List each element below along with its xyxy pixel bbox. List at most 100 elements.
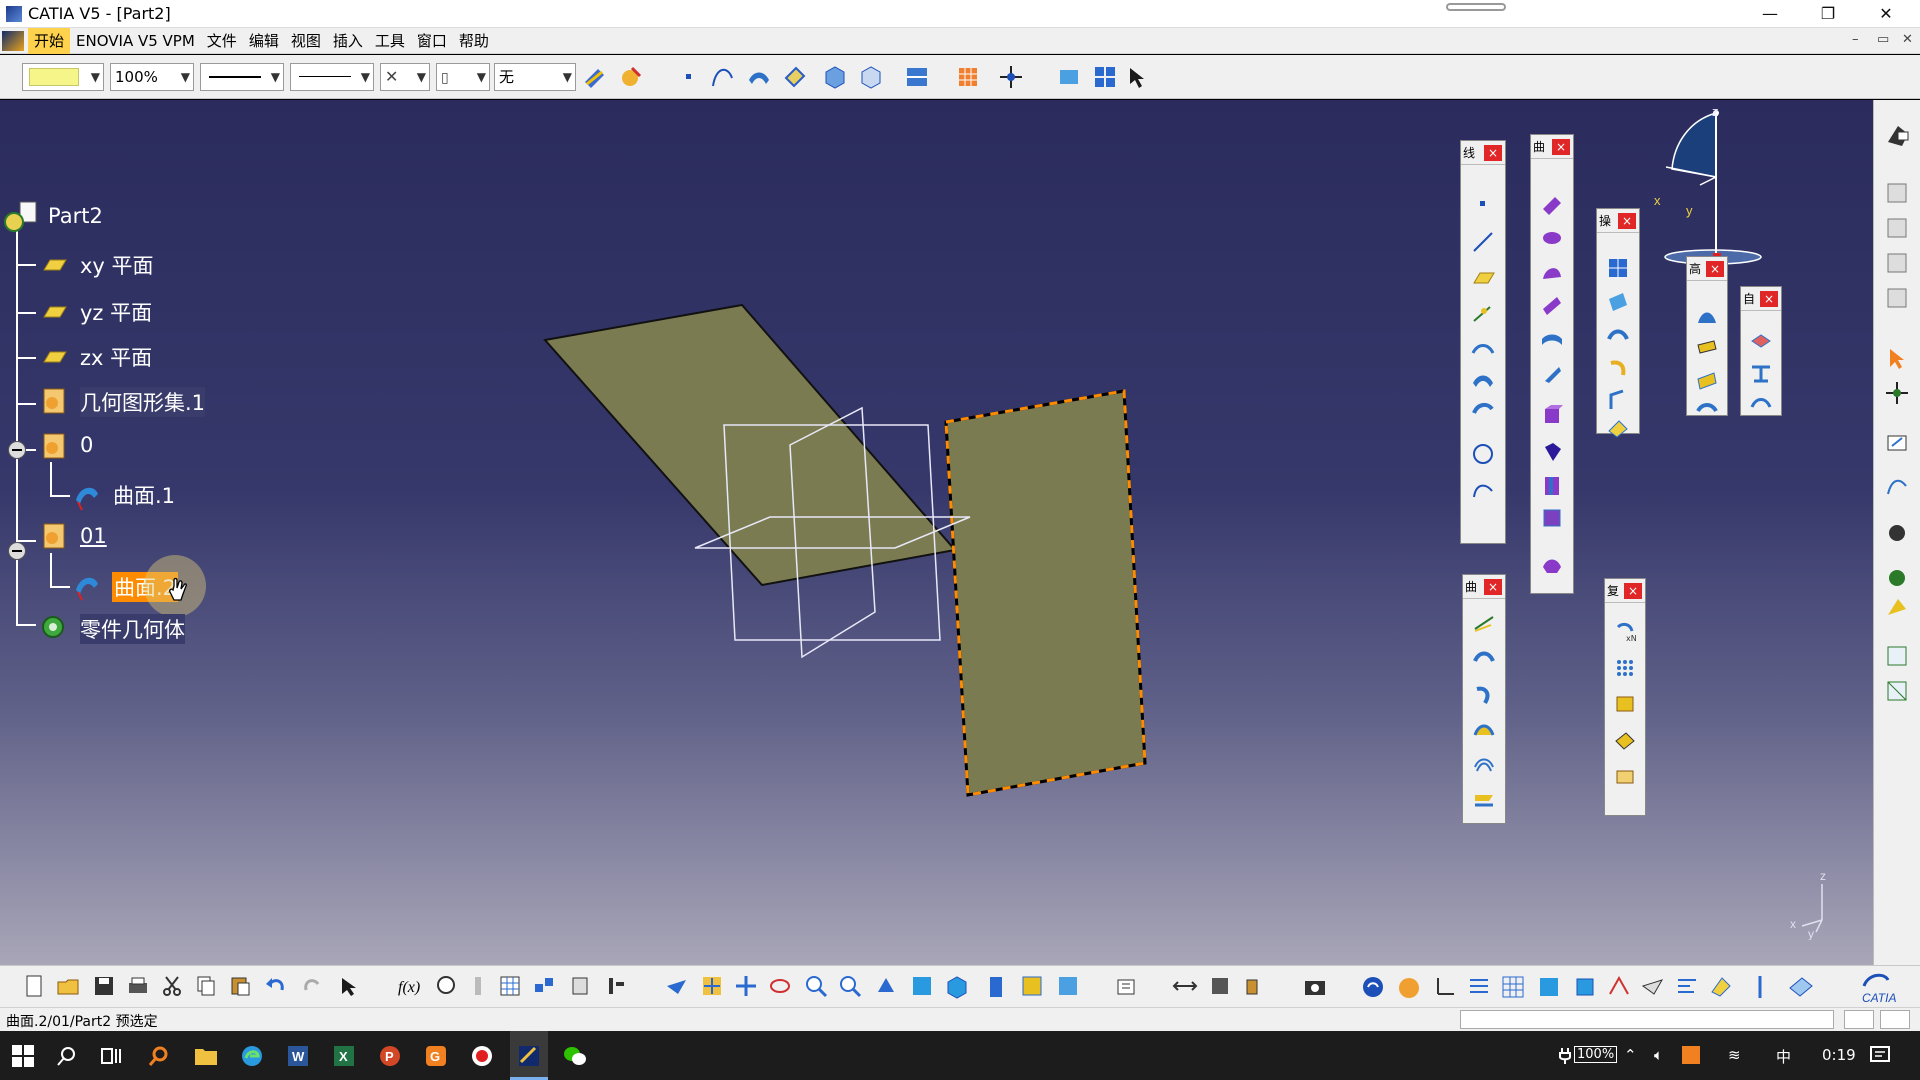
fill-icon[interactable] (1539, 361, 1565, 387)
sweep-conic-icon[interactable] (1471, 681, 1497, 707)
fly-mode-icon[interactable] (664, 974, 690, 998)
point-style-combo[interactable]: ✕ ▼ (380, 63, 430, 91)
revolve-icon[interactable] (1539, 225, 1565, 251)
command-input[interactable] (1460, 1010, 1834, 1029)
measure-inertia-icon[interactable] (1242, 974, 1262, 998)
catalog-icon[interactable] (568, 974, 592, 998)
reframe-icon[interactable] (1640, 974, 1666, 1000)
sketcher-icon[interactable] (1056, 64, 1082, 90)
fillet-icon[interactable] (1605, 323, 1631, 349)
extrude-surface-icon[interactable] (746, 64, 772, 90)
ime-language[interactable]: 中 (1776, 1046, 1791, 1067)
compass-snap-icon[interactable] (1884, 380, 1910, 406)
extrapolate-icon[interactable] (1605, 387, 1631, 413)
comment-icon[interactable] (434, 974, 458, 998)
undo-icon[interactable] (264, 974, 288, 998)
multi-output-icon[interactable] (1471, 787, 1497, 813)
whats-this-icon[interactable] (1126, 64, 1152, 90)
formula-icon[interactable]: f(x) (396, 974, 424, 998)
multi-view-icon[interactable] (910, 974, 934, 998)
offset-icon[interactable] (1539, 293, 1565, 319)
near-icon[interactable] (1605, 415, 1631, 441)
snap-icon[interactable] (1884, 215, 1910, 241)
offset-surface-icon[interactable] (782, 64, 808, 90)
app-g-icon[interactable]: G (424, 1044, 448, 1068)
excel-icon[interactable]: X (332, 1044, 356, 1068)
tree-root-part2[interactable]: Part2 (48, 204, 103, 228)
plane-icon[interactable] (1470, 265, 1496, 291)
develop-icon[interactable] (1748, 329, 1774, 355)
repetition-icon[interactable]: xN (1612, 619, 1638, 645)
panel-close-button[interactable]: × (1624, 583, 1642, 599)
compass[interactable]: z x y (1630, 105, 1780, 275)
mdi-minimize-button[interactable]: – (1852, 32, 1859, 47)
unfold-icon[interactable] (1748, 359, 1774, 385)
redo-icon[interactable] (300, 974, 324, 998)
workbench-icon[interactable] (1884, 122, 1912, 150)
spline-icon[interactable] (1470, 477, 1496, 503)
draft-analysis-icon[interactable] (1884, 520, 1910, 546)
menu-insert[interactable]: 插入 (327, 28, 369, 54)
hide-show-icon[interactable] (1020, 974, 1044, 998)
menu-help[interactable]: 帮助 (453, 28, 495, 54)
tree-item-zx-plane[interactable]: zx 平面 (80, 342, 152, 372)
catia-logo-icon[interactable] (2, 31, 24, 51)
tree-item-yz-plane[interactable]: yz 平面 (80, 297, 152, 327)
surface-2[interactable] (944, 389, 1147, 797)
view-grid-icon[interactable] (1092, 64, 1118, 90)
cut-icon[interactable] (160, 974, 184, 998)
analysis-icon[interactable] (1884, 285, 1910, 311)
print-icon[interactable] (126, 974, 150, 998)
point-icon[interactable] (1470, 191, 1496, 217)
open-folder-icon[interactable] (56, 974, 80, 998)
3d-viewport[interactable]: Part2 xy 平面 yz 平面 zx 平面 几何图形集.1 0 曲面.1 0… (0, 100, 1873, 965)
wrap-curve-icon[interactable] (1694, 335, 1720, 361)
restore-button[interactable]: ❐ (1800, 0, 1856, 28)
join-icon[interactable] (1605, 255, 1631, 281)
panel-close-button[interactable]: × (1484, 579, 1502, 595)
sweep-circle-icon[interactable] (1471, 647, 1497, 673)
surface-1[interactable] (543, 303, 957, 587)
task-view-icon[interactable] (100, 1045, 122, 1067)
shading-icon[interactable] (984, 974, 1008, 1000)
fit-all-icon[interactable] (700, 974, 724, 998)
lineweight-combo[interactable]: ▼ (290, 63, 374, 91)
mdi-restore-button[interactable]: ▭ (1877, 32, 1889, 47)
slider-icon[interactable] (1752, 974, 1768, 1000)
wifi-icon[interactable]: ≋ (1728, 1046, 1741, 1064)
tree-expand-icon[interactable] (1466, 974, 1492, 1000)
panel-close-button[interactable]: × (1618, 213, 1636, 229)
properties-icon[interactable] (1674, 974, 1700, 1000)
instantiate-icon[interactable] (532, 974, 556, 998)
sketch-support-icon[interactable] (1884, 180, 1910, 206)
design-table-icon[interactable] (498, 974, 522, 998)
battery-indicator[interactable]: 100% (1574, 1046, 1618, 1063)
clock-time[interactable]: 0:19 (1822, 1046, 1856, 1064)
collapse-toggle-01[interactable] (8, 542, 26, 560)
powerpoint-icon[interactable]: P (378, 1044, 402, 1068)
rectangular-pattern-icon[interactable] (1612, 655, 1638, 681)
render-icon[interactable] (1786, 974, 1816, 1000)
rule-icon[interactable] (470, 974, 486, 998)
remove-face-icon[interactable] (1539, 551, 1565, 577)
zoom-combo[interactable]: 100% ▼ (110, 63, 194, 91)
sphere-icon[interactable] (1539, 259, 1565, 285)
sketcher-icon[interactable] (1884, 430, 1910, 456)
power-plug-icon[interactable] (1558, 1048, 1572, 1064)
mirror-icon[interactable] (1606, 974, 1632, 1000)
panel-close-button[interactable]: × (1484, 145, 1502, 161)
everything-search-icon[interactable] (148, 1045, 170, 1067)
zoom-in-icon[interactable] (804, 974, 828, 998)
split-icon[interactable] (1605, 289, 1631, 315)
swap-visible-icon[interactable] (1056, 974, 1080, 998)
menu-edit[interactable]: 编辑 (243, 28, 285, 54)
screen-recorder-icon[interactable] (470, 1044, 494, 1068)
sweep-icon[interactable] (1539, 327, 1565, 353)
normal-view-icon[interactable] (874, 974, 898, 998)
minimize-button[interactable]: — (1742, 0, 1798, 28)
applies-material-icon[interactable] (1708, 974, 1734, 1000)
panel-close-button[interactable]: × (1760, 291, 1778, 307)
knowledge-icon[interactable] (1884, 565, 1910, 591)
tree-item-surface-1[interactable]: 曲面.1 (113, 480, 175, 510)
paste-icon[interactable] (228, 974, 252, 998)
